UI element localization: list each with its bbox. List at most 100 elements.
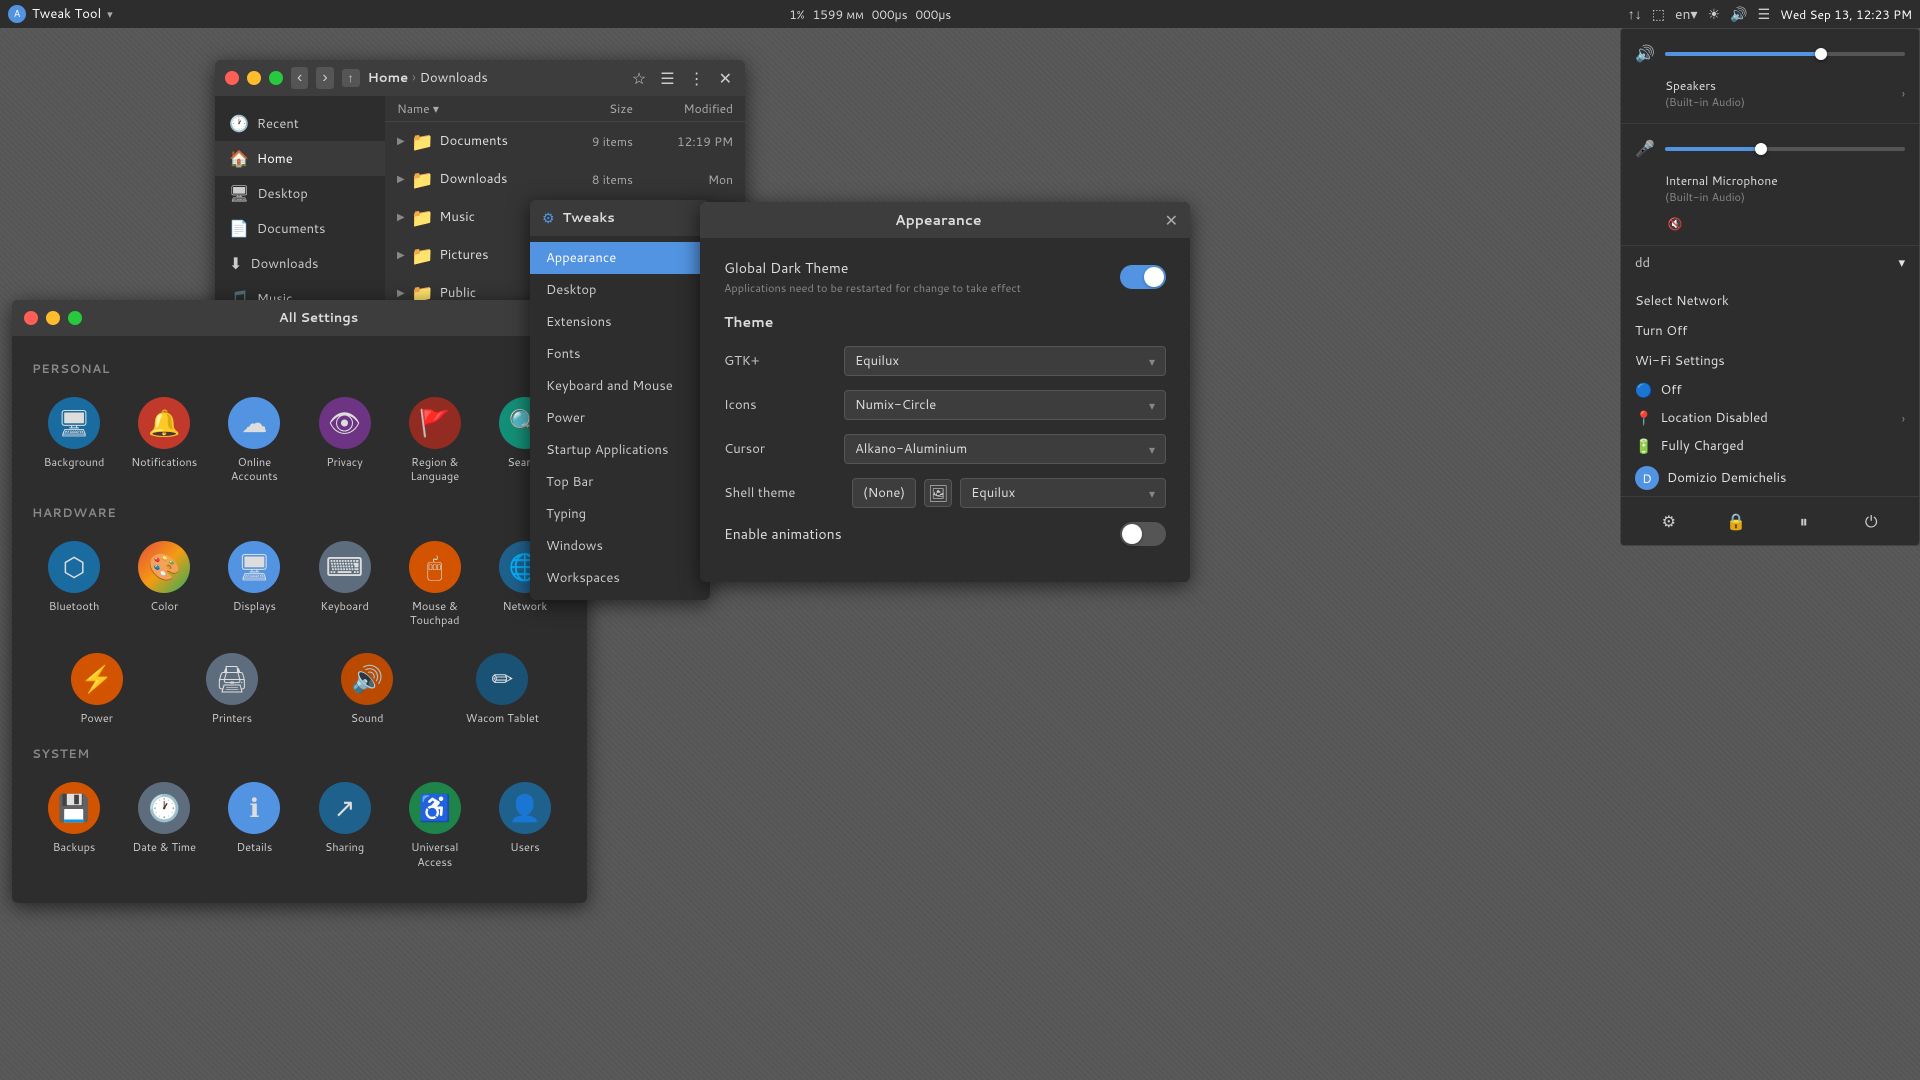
tweaks-item-appearance[interactable]: Appearance <box>530 242 710 274</box>
network-dropdown-icon[interactable]: ▾ <box>1898 254 1905 272</box>
settings-bluetooth[interactable]: ⬡ Bluetooth <box>32 531 116 638</box>
bookmark-icon[interactable]: ☆ <box>629 64 649 93</box>
app-dropdown-arrow[interactable]: ▾ <box>107 6 113 22</box>
tweaks-item-power[interactable]: Power <box>530 402 710 434</box>
lock-control-btn[interactable]: 🔒 <box>1720 505 1752 537</box>
file-manager-up-btn[interactable]: ↑ <box>342 69 360 87</box>
settings-power[interactable]: ⚡ Power <box>32 643 161 735</box>
settings-universal-access[interactable]: ♿ Universal Access <box>393 772 477 879</box>
tray-turn-off[interactable]: Turn Off <box>1621 316 1919 346</box>
settings-header: All Settings 🔍 <box>12 300 587 336</box>
shell-icon-btn[interactable]: 🖼 <box>924 479 952 507</box>
sidebar-recent[interactable]: 🕐 Recent <box>215 106 385 141</box>
global-dark-theme-row: Global Dark Theme Applications need to b… <box>724 258 1166 296</box>
settings-details[interactable]: ℹ Details <box>212 772 296 879</box>
settings-max-btn[interactable] <box>68 311 82 325</box>
path-home[interactable]: Home <box>368 69 409 87</box>
settings-sharing[interactable]: ↗ Sharing <box>302 772 386 879</box>
tray-select-network[interactable]: Select Network <box>1621 286 1919 316</box>
mic-slider[interactable] <box>1665 147 1905 151</box>
tweaks-icon: ⚙ <box>542 208 555 228</box>
tweaks-item-fonts[interactable]: Fonts <box>530 338 710 370</box>
lang-selector[interactable]: en▾ <box>1675 4 1698 24</box>
view-menu-icon[interactable]: ⋮ <box>686 64 708 93</box>
settings-displays[interactable]: 🖥 Displays <box>212 531 296 638</box>
global-dark-toggle[interactable] <box>1120 265 1166 289</box>
cursor-select[interactable]: Alkano-Aluminium ▾ <box>844 434 1166 464</box>
tweaks-item-windows[interactable]: Windows <box>530 530 710 562</box>
tweaks-item-extensions[interactable]: Extensions <box>530 306 710 338</box>
tweaks-item-workspaces[interactable]: Workspaces <box>530 562 710 594</box>
power-control-btn[interactable]: ⏻ <box>1855 505 1887 537</box>
file-manager-close-btn[interactable] <box>225 71 239 85</box>
shell-select[interactable]: Equilux ▾ <box>960 478 1166 508</box>
settings-users[interactable]: 👤 Users <box>483 772 567 879</box>
volume-icon[interactable]: 🔊 <box>1730 4 1747 24</box>
settings-control-btn[interactable]: ⚙ <box>1653 505 1685 537</box>
app-icon[interactable]: A <box>8 5 26 23</box>
col-name-header: Name ▾ <box>397 100 553 117</box>
sidebar-downloads[interactable]: ⬇ Downloads <box>215 246 385 281</box>
system-settings-grid: 💾 Backups 🕐 Date & Time ℹ Details ↗ Shar… <box>32 772 567 879</box>
animations-toggle[interactable] <box>1120 522 1166 546</box>
privacy-label: Privacy <box>326 455 362 469</box>
displays-icon: 🖥 <box>228 541 280 593</box>
menu-icon[interactable]: ☰ <box>1758 4 1771 24</box>
tray-wifi-settings[interactable]: Wi-Fi Settings <box>1621 346 1919 376</box>
appearance-close-btn[interactable]: ✕ <box>1165 209 1178 232</box>
folder-pictures-icon: 📁 <box>411 242 433 268</box>
tray-network-section: dd ▾ <box>1621 246 1919 286</box>
settings-keyboard[interactable]: ⌨ Keyboard <box>302 531 386 638</box>
settings-close-btn[interactable] <box>24 311 38 325</box>
tray-mic-device-row: Internal Microphone (Built-in Audio) <box>1635 169 1905 208</box>
tweaks-item-keyboard-mouse[interactable]: Keyboard and Mouse <box>530 370 710 402</box>
file-modified-downloads: Mon <box>633 171 733 188</box>
settings-min-btn[interactable] <box>46 311 60 325</box>
settings-sound[interactable]: 🔊 Sound <box>303 643 432 735</box>
tweaks-item-typing[interactable]: Typing <box>530 498 710 530</box>
file-manager-forward-btn[interactable]: › <box>316 67 333 89</box>
sidebar-documents[interactable]: 📄 Documents <box>215 211 385 246</box>
icons-select[interactable]: Numix-Circle ▾ <box>844 390 1166 420</box>
region-language-label: Region & Language <box>397 455 473 484</box>
settings-backups[interactable]: 💾 Backups <box>32 772 116 879</box>
pause-control-btn[interactable]: ⏸ <box>1788 505 1820 537</box>
tweaks-item-startup-apps[interactable]: Startup Applications <box>530 434 710 466</box>
settings-wacom[interactable]: ✏ Wacom Tablet <box>438 643 567 735</box>
mouse-touchpad-label: Mouse & Touchpad <box>397 599 473 628</box>
brightness-icon[interactable]: ☀ <box>1708 4 1721 24</box>
sidebar-desktop[interactable]: 🖥 Desktop <box>215 176 385 211</box>
notifications-label: Notifications <box>131 455 197 469</box>
settings-printers[interactable]: 🖨 Printers <box>167 643 296 735</box>
gtk-select[interactable]: Equilux ▾ <box>844 346 1166 376</box>
settings-online-accounts[interactable]: ☁ Online Accounts <box>212 387 296 494</box>
settings-datetime[interactable]: 🕐 Date & Time <box>122 772 206 879</box>
downloads-label: Downloads <box>250 255 318 273</box>
file-close-icon[interactable]: ✕ <box>716 64 735 93</box>
settings-privacy[interactable]: 👁 Privacy <box>302 387 386 494</box>
view-list-icon[interactable]: ☰ <box>657 64 677 93</box>
settings-mouse-touchpad[interactable]: 🖱 Mouse & Touchpad <box>393 531 477 638</box>
tray-wifi-off[interactable]: 🔵 Off <box>1621 376 1919 404</box>
col-modified-header: Modified <box>633 100 733 117</box>
settings-region-language[interactable]: 🚩 Region & Language <box>393 387 477 494</box>
path-downloads[interactable]: Downloads <box>420 69 488 87</box>
file-manager-min-btn[interactable] <box>247 71 261 85</box>
file-manager-back-btn[interactable]: ‹ <box>291 67 308 89</box>
network-icon[interactable]: ↑↓ <box>1628 4 1642 24</box>
settings-notifications[interactable]: 🔔 Notifications <box>122 387 206 494</box>
tweaks-item-top-bar[interactable]: Top Bar <box>530 466 710 498</box>
tray-output-mute-row: 🔇 <box>1635 212 1905 235</box>
file-row-downloads[interactable]: ▶ 📁 Downloads 8 items Mon <box>385 160 745 198</box>
file-manager-max-btn[interactable] <box>269 71 283 85</box>
wifi-off-label: Off <box>1660 381 1681 399</box>
settings-background[interactable]: 🖥 Background <box>32 387 116 494</box>
settings-color[interactable]: 🎨 Color <box>122 531 206 638</box>
tweaks-item-desktop[interactable]: Desktop <box>530 274 710 306</box>
sidebar-home[interactable]: 🏠 Home <box>215 141 385 176</box>
screen-icon[interactable]: ⬚ <box>1652 4 1665 24</box>
volume-slider[interactable] <box>1665 52 1905 56</box>
freq-indicator: 1599 мм <box>813 6 864 23</box>
app-title[interactable]: Tweak Tool <box>32 5 101 23</box>
file-row-documents[interactable]: ▶ 📁 Documents 9 items 12:19 PM <box>385 122 745 160</box>
